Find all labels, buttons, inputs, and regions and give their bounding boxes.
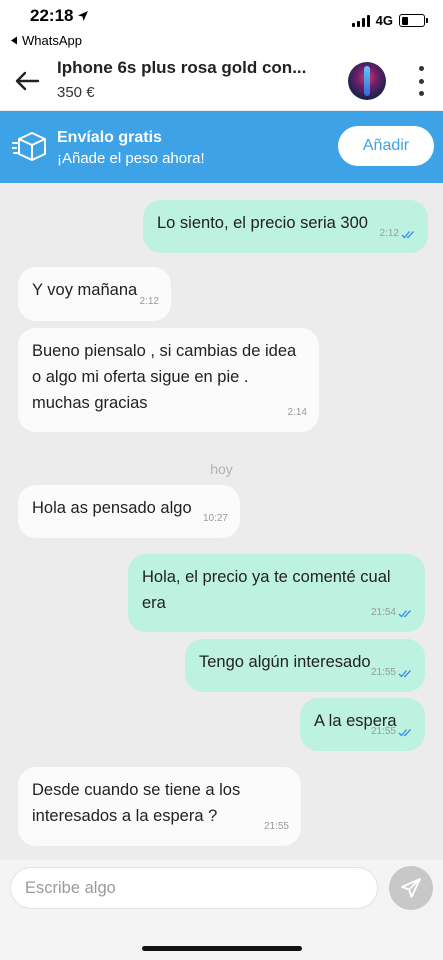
message-time: 2:14: [287, 407, 307, 418]
status-time: 22:18: [30, 6, 89, 26]
message-text: Desde cuando se tiene a los interesados …: [32, 781, 241, 825]
message-bubble[interactable]: Bueno piensalo , si cambias de idea o al…: [18, 328, 319, 432]
home-indicator: [142, 946, 302, 951]
message-bubble[interactable]: Tengo algún interesado 21:55: [185, 639, 425, 692]
status-right: 4G: [351, 13, 428, 28]
message-time: 2:12: [379, 228, 399, 239]
message-text: Hola as pensado algo: [32, 499, 192, 517]
message-time: 21:55: [263, 821, 289, 832]
send-icon: [401, 878, 421, 898]
status-bar: 22:18 WhatsApp 4G: [0, 0, 443, 52]
banner-subtitle: ¡Añade el peso ahora!: [57, 150, 205, 167]
message-meta: 10:27: [203, 506, 228, 532]
message-list[interactable]: Lo siento, el precio seria 300 2:12 Y vo…: [0, 183, 443, 860]
chat-header: Iphone 6s plus rosa gold con... 350 €: [0, 52, 443, 110]
network-type: 4G: [375, 13, 393, 28]
battery-icon: [399, 14, 428, 27]
message-text: Y voy mañana: [32, 281, 138, 299]
message-bubble[interactable]: A la espera 21:55: [300, 698, 425, 751]
day-separator: hoy: [210, 461, 233, 477]
message-bubble[interactable]: Hola, el precio ya te comenté cual era 2…: [128, 554, 425, 632]
message-meta: 21:55: [371, 660, 413, 686]
message-time: 21:55: [370, 726, 396, 737]
signal-icon: [351, 14, 370, 27]
message-text: Lo siento, el precio seria 300: [157, 214, 368, 232]
add-weight-button[interactable]: Añadir: [338, 126, 434, 166]
read-ticks-icon: [401, 230, 414, 238]
message-meta: 21:54: [371, 600, 413, 626]
shipping-banner: Envíalo gratis ¡Añade el peso ahora! Aña…: [0, 111, 443, 183]
message-meta: 21:55: [264, 814, 289, 840]
message-meta: 2:12: [380, 221, 416, 247]
message-input[interactable]: [10, 867, 378, 909]
back-triangle-icon: [11, 36, 17, 45]
message-meta: 2:12: [140, 289, 159, 315]
listing-title[interactable]: Iphone 6s plus rosa gold con...: [57, 58, 342, 78]
time-text: 22:18: [30, 6, 74, 25]
more-options-icon[interactable]: [417, 66, 425, 96]
message-time: 21:54: [370, 607, 396, 618]
read-ticks-icon: [398, 609, 411, 617]
back-app-label: WhatsApp: [22, 33, 82, 48]
banner-title: Envíalo gratis: [57, 129, 162, 146]
message-text: Bueno piensalo , si cambias de idea o al…: [32, 342, 297, 412]
message-time: 21:55: [370, 667, 396, 678]
read-ticks-icon: [398, 669, 411, 677]
message-meta: 2:14: [288, 400, 307, 426]
message-time: 2:12: [139, 296, 159, 307]
listing-price: 350 €: [57, 84, 95, 101]
read-ticks-icon: [398, 728, 411, 736]
message-bubble[interactable]: Lo siento, el precio seria 300 2:12: [143, 200, 428, 253]
message-time: 10:27: [202, 513, 228, 524]
avatar[interactable]: [348, 62, 386, 100]
message-bubble[interactable]: Hola as pensado algo 10:27: [18, 485, 240, 538]
back-arrow-icon[interactable]: [12, 66, 42, 96]
composer-bar: [0, 860, 443, 960]
battery-fill: [401, 16, 408, 25]
message-bubble[interactable]: Y voy mañana 2:12: [18, 267, 171, 321]
location-arrow-icon: [78, 11, 89, 21]
message-meta: 21:55: [371, 719, 413, 745]
back-to-app-link[interactable]: WhatsApp: [10, 33, 82, 48]
box-icon: [12, 132, 46, 161]
message-bubble[interactable]: Desde cuando se tiene a los interesados …: [18, 767, 301, 846]
send-button[interactable]: [389, 866, 433, 910]
